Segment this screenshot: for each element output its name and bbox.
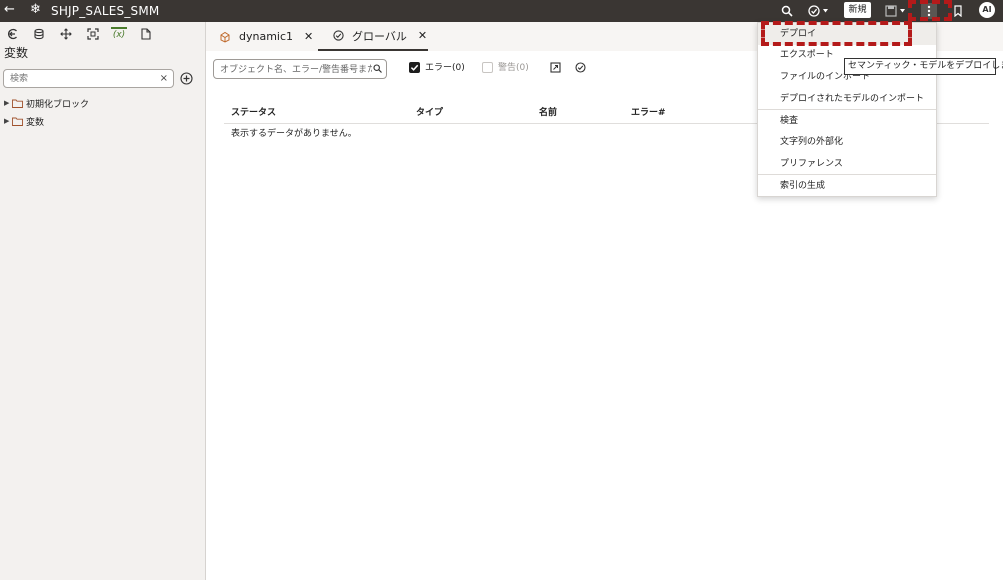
- tree-item-label: 初期化ブロック: [26, 99, 90, 110]
- filter-placeholder: オブジェクト名、エラー/警告番号または: [220, 65, 372, 75]
- add-circle-icon[interactable]: [178, 70, 194, 86]
- search-icon[interactable]: [779, 3, 795, 19]
- new-button[interactable]: 新規: [844, 2, 871, 18]
- tab-label: グローバル: [352, 29, 407, 43]
- focus-frame-icon[interactable]: [86, 27, 100, 41]
- tab-dynamic1[interactable]: dynamic1 ✕: [218, 22, 313, 51]
- empty-table-message: 表示するデータがありません。: [231, 129, 357, 139]
- menu-item-externalize-strings[interactable]: 文字列の外部化: [758, 131, 936, 153]
- menu-item-preferences[interactable]: プリファレンス: [758, 153, 936, 175]
- app-title: SHJP_SALES_SMM: [51, 4, 160, 18]
- object-filter-input[interactable]: オブジェクト名、エラー/警告番号または: [213, 59, 387, 79]
- sidebar-search-input[interactable]: 検索 ×: [3, 69, 174, 88]
- move-icon[interactable]: [59, 27, 73, 41]
- more-actions-highlight: [908, 0, 952, 21]
- actions-menu: デプロイ エクスポート ファイルのインポート デプロイされたモデルのインポート …: [757, 22, 937, 197]
- variables-panel: (x) 変数 検索 × ▶ 初期化ブロック ▶ 変数: [0, 22, 206, 580]
- folder-icon: [12, 99, 25, 108]
- errors-filter-label: エラー(0): [425, 63, 465, 73]
- search-icon: [373, 64, 382, 76]
- cube-icon: [218, 30, 232, 44]
- menu-item-inspect[interactable]: 検査: [758, 110, 936, 132]
- variable-fx-icon[interactable]: (x): [111, 27, 127, 41]
- column-header-type[interactable]: タイプ: [416, 107, 443, 119]
- tree-item-label: 変数: [26, 117, 45, 128]
- expand-arrow-icon[interactable]: ▶: [4, 117, 12, 125]
- errors-checkbox[interactable]: [409, 62, 420, 73]
- warnings-checkbox[interactable]: [482, 62, 493, 73]
- close-tab-icon[interactable]: ✕: [418, 29, 427, 42]
- column-header-status[interactable]: ステータス: [231, 107, 276, 119]
- menu-item-import-deployed-model[interactable]: デプロイされたモデルのインポート: [758, 88, 936, 110]
- user-avatar[interactable]: AI: [979, 2, 995, 18]
- folder-icon: [12, 117, 25, 126]
- document-icon[interactable]: [139, 27, 153, 41]
- save-dropdown-icon[interactable]: [884, 3, 910, 19]
- back-circle-icon[interactable]: [6, 27, 20, 41]
- database-icon[interactable]: [32, 27, 46, 41]
- tree-item-init-blocks[interactable]: ▶ 初期化ブロック: [4, 96, 89, 110]
- tab-global[interactable]: グローバル ✕: [318, 22, 428, 51]
- close-tab-icon[interactable]: ✕: [304, 30, 313, 43]
- column-header-name[interactable]: 名前: [539, 107, 557, 119]
- clear-search-icon[interactable]: ×: [160, 72, 168, 85]
- open-external-icon[interactable]: [549, 61, 562, 74]
- search-placeholder: 検索: [10, 74, 29, 84]
- top-bar: ← ❄ SHJP_SALES_SMM 新規 AI: [0, 0, 1003, 22]
- menu-item-generate-index[interactable]: 索引の生成: [758, 175, 936, 197]
- check-circle-icon: [331, 29, 345, 43]
- back-arrow-icon[interactable]: ←: [4, 2, 15, 18]
- deploy-item-highlight: [761, 21, 912, 46]
- tab-label: dynamic1: [239, 30, 294, 43]
- snowflake-logo-icon: ❄: [30, 2, 41, 17]
- warnings-filter-label: 警告(0): [498, 63, 529, 73]
- column-header-error-number[interactable]: エラー#: [631, 107, 666, 119]
- bookmark-icon[interactable]: [950, 3, 966, 19]
- panel-title: 変数: [4, 46, 29, 60]
- check-circle-icon[interactable]: [574, 61, 587, 74]
- check-circle-dropdown-icon[interactable]: [807, 3, 833, 19]
- deploy-tooltip: セマンティック・モデルをデプロイします: [844, 58, 1003, 75]
- tree-item-variables[interactable]: ▶ 変数: [4, 114, 44, 128]
- expand-arrow-icon[interactable]: ▶: [4, 99, 12, 107]
